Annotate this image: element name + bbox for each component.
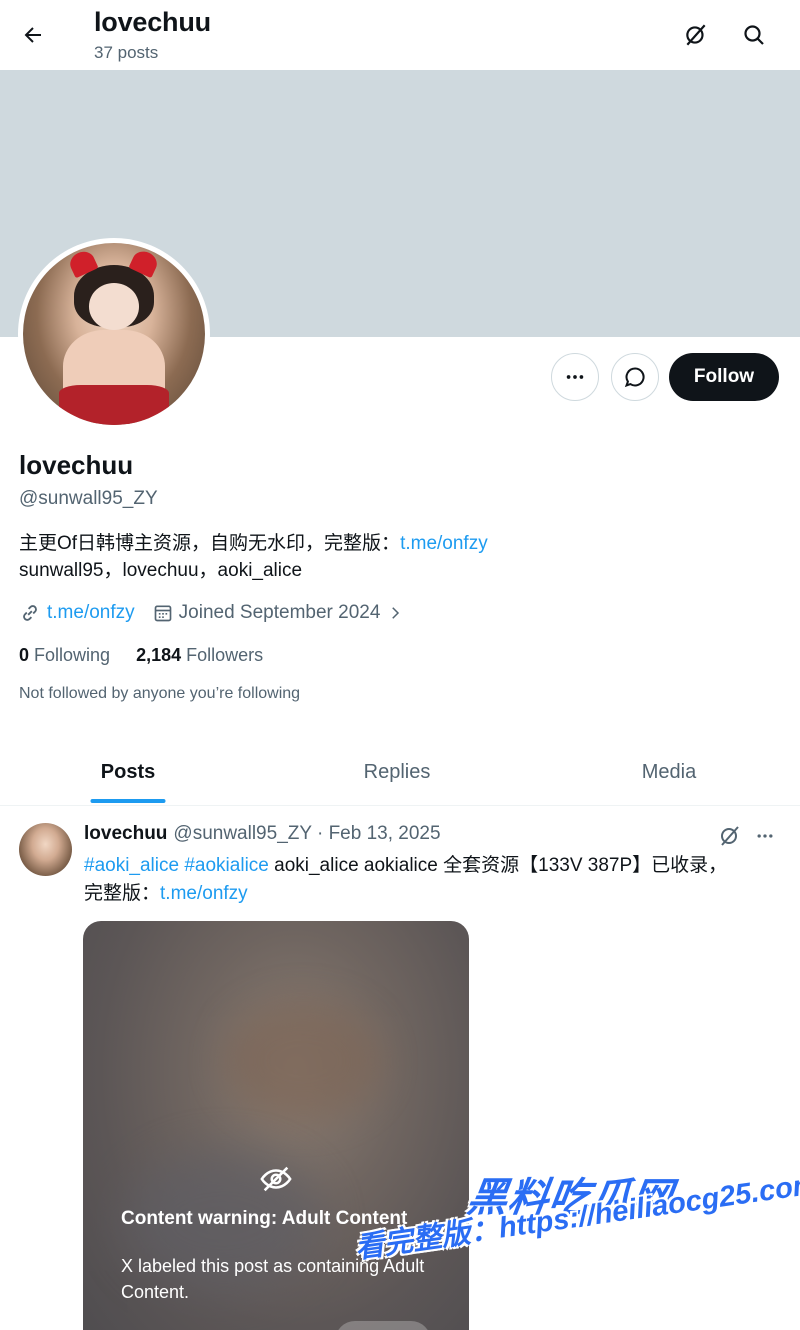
page-title: lovechuu xyxy=(94,7,211,37)
post-grok-button[interactable] xyxy=(714,820,746,852)
grok-icon xyxy=(686,24,706,46)
post-text-line-1: #aoki_alice #aokialice aoki_alice aokial… xyxy=(84,852,784,880)
followers-count: 2,184 xyxy=(136,645,182,665)
post-meta[interactable]: @sunwall95_ZY · Feb 13, 2025 xyxy=(173,823,440,845)
grok-button[interactable] xyxy=(676,15,716,55)
search-button[interactable] xyxy=(734,15,774,55)
chevron-right-icon xyxy=(392,607,400,619)
tab-media[interactable]: Media xyxy=(538,738,800,806)
message-button[interactable] xyxy=(611,353,659,401)
following-label: Following xyxy=(34,645,111,665)
profile-avatar[interactable] xyxy=(18,238,210,430)
tab-posts[interactable]: Posts xyxy=(0,738,256,806)
post-media-sensitive[interactable]: Content warning: Adult Content X labeled… xyxy=(83,921,469,1330)
following-count: 0 xyxy=(19,645,30,665)
post-header: lovechuu @sunwall95_ZY · Feb 13, 2025 xyxy=(84,823,441,845)
tab-media-label: Media xyxy=(641,760,697,783)
search-icon xyxy=(744,25,764,45)
tab-replies-label: Replies xyxy=(363,760,431,783)
bio-line-1: 主更Of日韩博主资源，自购无水印，完整版：t.me/onfzy xyxy=(19,530,488,557)
bio-line-2: sunwall95，lovechuu，aoki_alice xyxy=(19,560,303,581)
following-stat[interactable]: 0 Following xyxy=(19,645,110,666)
show-content-button[interactable] xyxy=(335,1321,431,1330)
media-blur-shape xyxy=(223,1001,383,1121)
post-more-button[interactable] xyxy=(749,820,781,852)
eye-off-icon xyxy=(258,1161,294,1197)
profile-handle: @sunwall95_ZY xyxy=(19,488,158,509)
profile-tabs: Posts Replies Media xyxy=(0,738,800,806)
post-text: #aoki_alice #aokialice aoki_alice aokial… xyxy=(84,852,784,908)
followers-stat[interactable]: 2,184 Followers xyxy=(136,645,263,666)
arrow-left-icon xyxy=(24,27,41,43)
more-icon xyxy=(757,834,773,838)
bio-link[interactable]: t.me/onfzy xyxy=(400,533,488,554)
profile-meta: t.me/onfzy Joined September 2024 xyxy=(19,600,428,626)
follow-button[interactable]: Follow xyxy=(669,353,779,401)
not-followed-notice: Not followed by anyone you’re following xyxy=(19,685,301,702)
follow-stats: 0 Following 2,184 Followers xyxy=(19,645,289,666)
back-button[interactable] xyxy=(14,16,52,54)
active-tab-indicator xyxy=(90,799,166,803)
avatar-image xyxy=(23,243,205,425)
profile-link-text[interactable]: t.me/onfzy xyxy=(47,602,135,624)
tab-replies[interactable]: Replies xyxy=(256,738,538,806)
hashtag[interactable]: #aokialice xyxy=(184,855,269,876)
post-link[interactable]: t.me/onfzy xyxy=(160,883,248,904)
joined-text: Joined September 2024 xyxy=(178,602,381,623)
grok-icon xyxy=(721,826,739,846)
post-author-name[interactable]: lovechuu xyxy=(84,823,167,845)
post-body-text: aoki_alice aokialice 全套资源【133V 387P】已收录， xyxy=(268,855,728,876)
followers-label: Followers xyxy=(186,645,264,665)
profile-link[interactable]: t.me/onfzy xyxy=(19,602,135,624)
tab-posts-label: Posts xyxy=(100,760,156,783)
post-avatar[interactable] xyxy=(19,823,72,876)
calendar-icon xyxy=(154,605,171,622)
avatar-outfit-shape xyxy=(59,384,169,425)
hashtag[interactable]: #aoki_alice xyxy=(84,855,179,876)
chat-bubble-icon xyxy=(624,367,645,388)
post-text-line-2: 完整版：t.me/onfzy xyxy=(84,880,784,908)
more-options-button[interactable] xyxy=(551,353,599,401)
joined-date[interactable]: Joined September 2024 xyxy=(153,602,411,624)
post-count: 37 posts xyxy=(94,43,159,62)
top-bar: lovechuu 37 posts xyxy=(0,0,800,70)
more-icon xyxy=(566,375,584,379)
profile-bio: 主更Of日韩博主资源，自购无水印，完整版：t.me/onfzy sunwall9… xyxy=(19,530,488,584)
post-body-text-2: 完整版： xyxy=(84,883,161,904)
bio-text: 主更Of日韩博主资源，自购无水印，完整版： xyxy=(19,533,401,554)
profile-name: lovechuu xyxy=(19,450,134,480)
link-icon xyxy=(23,605,37,621)
